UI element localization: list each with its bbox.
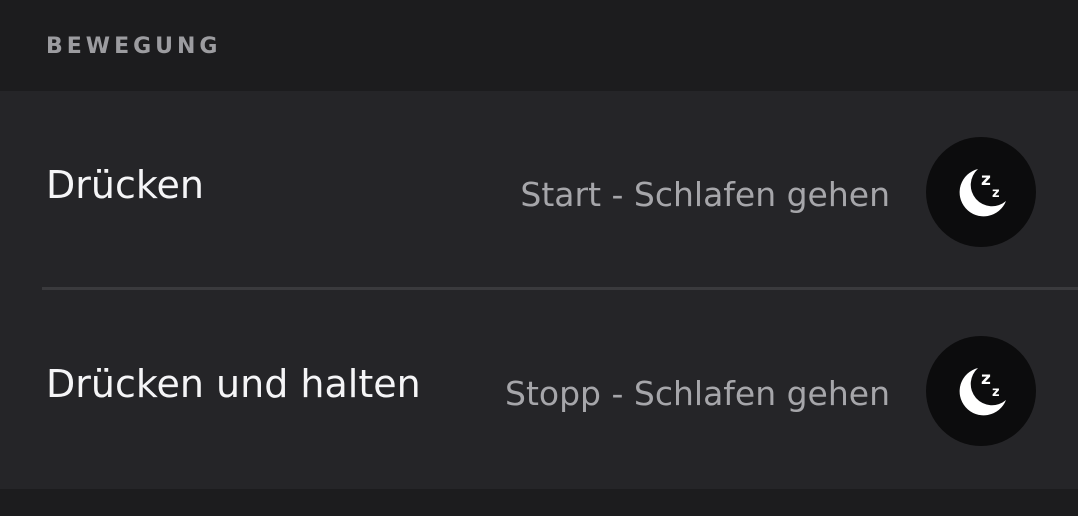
row-press[interactable]: Drücken Start - Schlafen gehen z z xyxy=(0,91,1078,290)
row-label: Drücken und halten xyxy=(46,362,421,406)
sleep-action-button[interactable]: z z xyxy=(926,336,1036,446)
sleep-moon-icon: z z xyxy=(959,368,1006,416)
bottom-background xyxy=(0,489,1078,516)
sleep-moon-icon: z z xyxy=(959,169,1006,217)
sleep-action-button[interactable]: z z xyxy=(926,137,1036,247)
row-value: Stopp - Schlafen gehen xyxy=(505,374,890,413)
row-label: Drücken xyxy=(46,163,204,207)
svg-text:z: z xyxy=(992,186,1000,201)
svg-text:z: z xyxy=(981,369,991,389)
row-press-and-hold[interactable]: Drücken und halten Stopp - Schlafen gehe… xyxy=(0,290,1078,489)
svg-text:z: z xyxy=(992,385,1000,400)
section-header: BEWEGUNG xyxy=(46,34,222,59)
settings-card: Drücken Start - Schlafen gehen z z Drück… xyxy=(0,91,1078,489)
svg-text:z: z xyxy=(981,170,991,190)
row-value: Start - Schlafen gehen xyxy=(520,175,890,214)
